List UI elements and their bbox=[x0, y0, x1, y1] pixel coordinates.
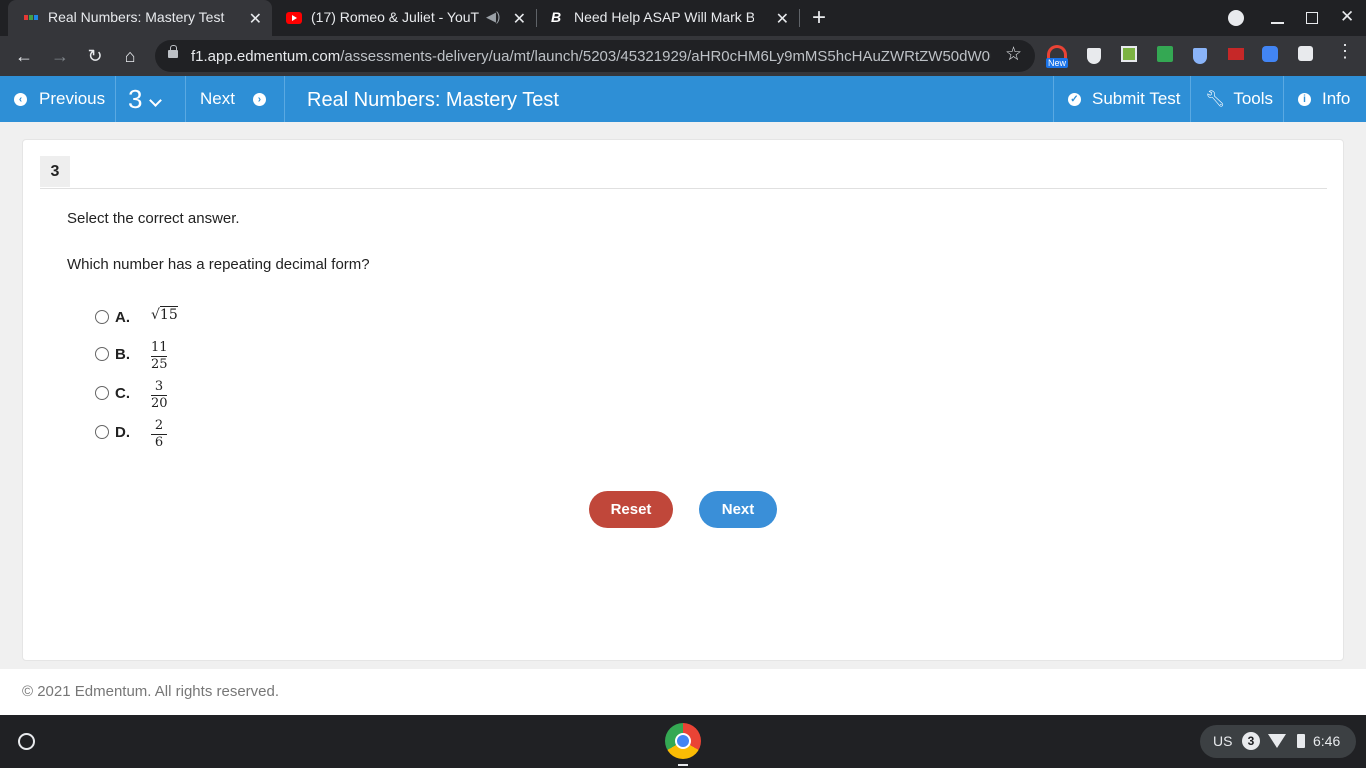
browser-tab-mastery-test[interactable]: Real Numbers: Mastery Test ✕ bbox=[8, 0, 272, 36]
arrow-right-circle-icon: › bbox=[252, 92, 266, 106]
option-letter: D. bbox=[115, 424, 130, 441]
radio-button[interactable] bbox=[95, 347, 109, 361]
status-area[interactable]: US 3 6:46 bbox=[1200, 725, 1356, 758]
edmentum-favicon-icon bbox=[24, 15, 38, 20]
chevron-down-icon bbox=[149, 93, 163, 107]
chrome-app-icon[interactable] bbox=[665, 723, 701, 759]
assessment-header-bar: ‹ Previous 3 Next › Real Numbers: Master… bbox=[0, 76, 1366, 122]
info-button[interactable]: i Info bbox=[1284, 76, 1366, 122]
wifi-icon bbox=[1268, 734, 1286, 748]
close-tab-icon[interactable]: ✕ bbox=[249, 9, 262, 29]
numerator: 3 bbox=[151, 380, 167, 396]
address-bar[interactable]: f1.app.edmentum.com/assessments-delivery… bbox=[155, 40, 1035, 72]
close-tab-icon[interactable]: ✕ bbox=[776, 9, 789, 29]
submit-label: Submit Test bbox=[1092, 89, 1181, 108]
note-extension-icon[interactable] bbox=[1157, 46, 1173, 62]
reload-icon[interactable]: ↻ bbox=[83, 44, 107, 68]
lock-shackle bbox=[170, 45, 177, 51]
radio-button[interactable] bbox=[95, 386, 109, 400]
back-icon[interactable]: ← bbox=[12, 44, 36, 68]
submit-test-button[interactable]: ✓ Submit Test bbox=[1053, 76, 1191, 122]
close-tab-icon[interactable]: ✕ bbox=[513, 9, 526, 29]
question-selector-dropdown[interactable]: 3 bbox=[116, 76, 186, 122]
next-button[interactable]: Next bbox=[699, 491, 777, 528]
brainly-favicon-icon: B bbox=[551, 9, 562, 25]
home-icon[interactable]: ⌂ bbox=[118, 44, 142, 68]
question-selector-value: 3 bbox=[128, 83, 143, 114]
keyboard-layout: US bbox=[1213, 733, 1233, 749]
browser-tab-strip: Real Numbers: Mastery Test ✕ (17) Romeo … bbox=[0, 0, 1366, 36]
option-letter: A. bbox=[115, 309, 130, 326]
test-title: Real Numbers: Mastery Test bbox=[307, 89, 559, 111]
lock-icon bbox=[168, 50, 178, 58]
radio-button[interactable] bbox=[95, 310, 109, 324]
close-window-icon[interactable]: ✕ bbox=[1340, 7, 1354, 27]
launcher-icon[interactable] bbox=[18, 733, 35, 750]
browser-tab-brainly[interactable]: B Need Help ASAP Will Mark Brainliest ✕ bbox=[537, 0, 799, 36]
bookmark-star-icon[interactable]: ☆ bbox=[1005, 43, 1022, 66]
wrench-icon: 🔧︎ bbox=[1205, 91, 1226, 108]
extension-new-icon[interactable] bbox=[1047, 45, 1067, 59]
info-label: Info bbox=[1322, 89, 1351, 108]
browser-tab-youtube[interactable]: (17) Romeo & Juliet - YouTube ◀) ✕ bbox=[272, 0, 536, 36]
info-circle-icon: i bbox=[1298, 92, 1311, 106]
tab-title: Need Help ASAP Will Mark Brainliest bbox=[574, 9, 754, 25]
puzzle-blue-extension-icon[interactable] bbox=[1262, 46, 1278, 62]
option-value: 26 bbox=[151, 419, 167, 450]
option-value: 3 20 bbox=[151, 380, 168, 411]
shield-extension-icon-2[interactable] bbox=[1193, 48, 1207, 64]
question-instruction: Select the correct answer. bbox=[67, 210, 240, 227]
tools-button[interactable]: 🔧︎ Tools bbox=[1191, 76, 1284, 122]
denominator: 25 bbox=[151, 357, 168, 372]
url-text: f1.app.edmentum.com/assessments-delivery… bbox=[191, 48, 991, 65]
notification-count-badge: 3 bbox=[1242, 732, 1260, 750]
active-app-indicator bbox=[678, 764, 688, 766]
radio-button[interactable] bbox=[95, 425, 109, 439]
shield-extension-icon[interactable] bbox=[1087, 48, 1101, 64]
previous-button[interactable]: ‹ Previous bbox=[0, 76, 116, 122]
tab-title: (17) Romeo & Juliet - YouTube bbox=[311, 9, 479, 25]
numerator: 11 bbox=[151, 340, 168, 357]
browser-toolbar: ← → ↻ ⌂ f1.app.edmentum.com/assessments-… bbox=[0, 36, 1366, 76]
new-tab-icon[interactable]: + bbox=[812, 4, 826, 32]
new-badge: New bbox=[1046, 58, 1069, 68]
numerator: 2 bbox=[151, 419, 167, 435]
speaker-muted-icon[interactable]: ◀) bbox=[486, 9, 500, 25]
option-letter: C. bbox=[115, 385, 130, 402]
next-label: Next bbox=[200, 89, 235, 108]
page-footer: © 2021 Edmentum. All rights reserved. bbox=[0, 669, 1366, 715]
tab-search-icon[interactable] bbox=[1228, 10, 1244, 26]
check-circle-icon: ✓ bbox=[1068, 92, 1081, 106]
tab-title: Real Numbers: Mastery Test bbox=[48, 9, 225, 25]
image-extension-icon[interactable] bbox=[1121, 46, 1137, 62]
reset-button[interactable]: Reset bbox=[589, 491, 673, 528]
question-prompt: Which number has a repeating decimal for… bbox=[67, 256, 370, 273]
os-shelf: US 3 6:46 bbox=[0, 715, 1366, 768]
clock-time: 6:46 bbox=[1313, 733, 1341, 749]
denominator: 6 bbox=[154, 435, 164, 450]
minimize-icon[interactable] bbox=[1271, 22, 1284, 24]
radicand: 15 bbox=[159, 306, 178, 323]
divider bbox=[40, 188, 1327, 189]
tab-separator bbox=[799, 9, 800, 27]
red-extension-icon[interactable] bbox=[1228, 48, 1244, 60]
restore-icon[interactable] bbox=[1306, 12, 1318, 24]
previous-label: Previous bbox=[39, 89, 106, 108]
option-letter: B. bbox=[115, 346, 130, 363]
option-value: √15 bbox=[151, 306, 178, 323]
denominator: 20 bbox=[151, 396, 168, 411]
battery-icon bbox=[1297, 734, 1305, 748]
tools-label: Tools bbox=[1233, 89, 1273, 108]
chrome-menu-icon[interactable]: ⋮ bbox=[1336, 41, 1354, 62]
next-question-button[interactable]: Next › bbox=[186, 76, 285, 122]
question-number: 3 bbox=[40, 156, 70, 187]
extensions-puzzle-icon[interactable] bbox=[1298, 46, 1313, 61]
forward-icon[interactable]: → bbox=[48, 44, 72, 68]
copyright-text: © 2021 Edmentum. All rights reserved. bbox=[22, 683, 280, 700]
youtube-favicon-icon bbox=[286, 12, 302, 24]
option-value: 11 25 bbox=[151, 340, 168, 372]
question-card: 3 Select the correct answer. Which numbe… bbox=[22, 139, 1344, 661]
arrow-left-circle-icon: ‹ bbox=[14, 92, 27, 106]
